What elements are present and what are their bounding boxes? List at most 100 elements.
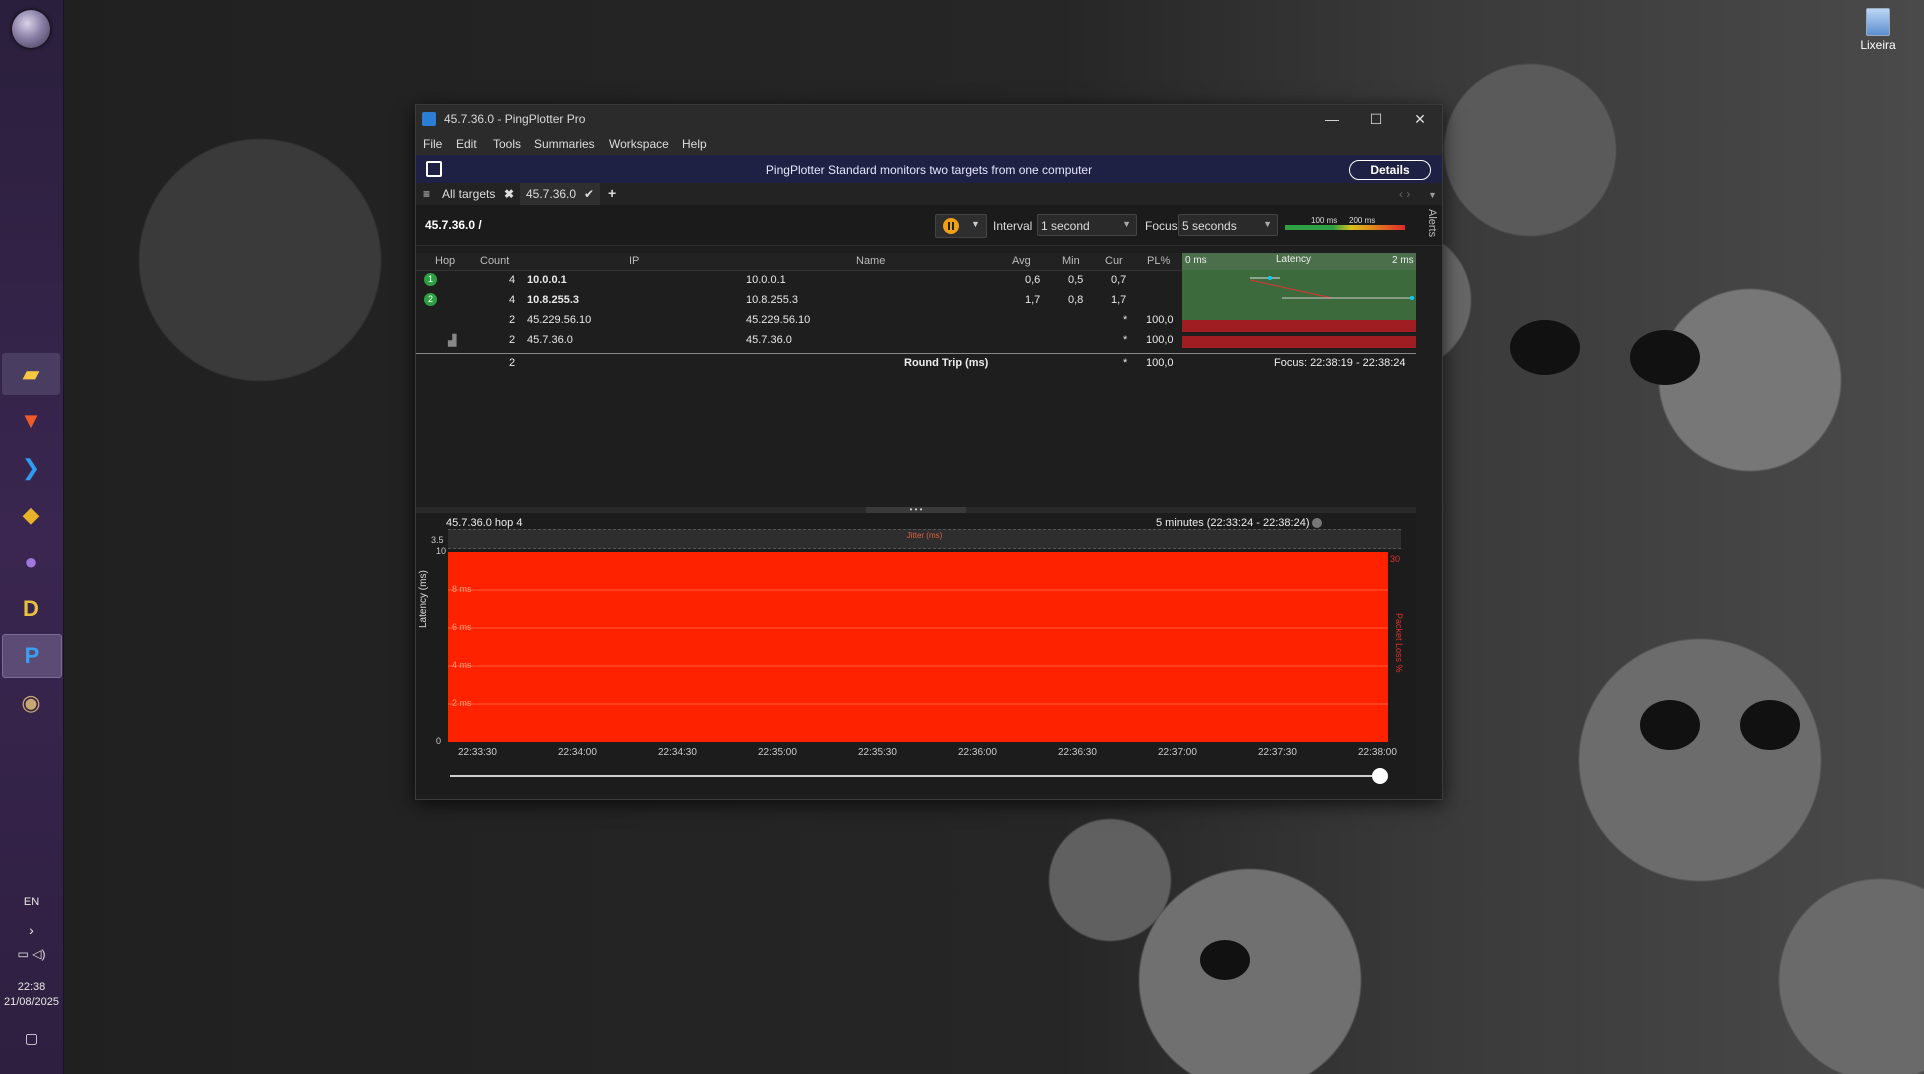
tab-active-target[interactable]: 45.7.36.0 ✔ xyxy=(520,183,600,205)
app-d-icon: D xyxy=(23,596,39,621)
time-range-selector[interactable]: 5 minutes (22:33:24 - 22:38:24) xyxy=(1156,517,1323,529)
focus-select[interactable]: 5 seconds ▼ xyxy=(1178,214,1278,236)
x-tick-label: 22:38:00 xyxy=(1358,747,1397,758)
y-tick-label: 10 xyxy=(436,546,447,556)
chevron-right-icon[interactable]: › xyxy=(0,922,63,938)
recycle-bin[interactable]: Lixeira xyxy=(1848,8,1908,52)
menu-tools[interactable]: Tools xyxy=(493,137,521,151)
row-cur: 0,7 xyxy=(1111,274,1127,286)
tab-menu-chevron-icon[interactable]: ▼ xyxy=(1428,190,1437,200)
wallpaper-skull-detail xyxy=(1630,330,1700,385)
menu-workspace[interactable]: Workspace xyxy=(609,137,669,151)
taskbar-app-brave[interactable]: ▼ xyxy=(2,400,60,442)
vscode-icon: ❯ xyxy=(21,455,41,480)
col-min[interactable]: Min xyxy=(1062,255,1080,267)
pingplotter-app-icon xyxy=(422,112,436,126)
close-button[interactable]: ✕ xyxy=(1398,105,1442,133)
y-tick-label: 8 ms xyxy=(452,584,472,594)
menu-file[interactable]: File xyxy=(423,137,442,151)
taskbar-app-github[interactable]: ● xyxy=(2,541,60,583)
close-tab-icon[interactable]: ✖ xyxy=(504,187,514,201)
col-cur[interactable]: Cur xyxy=(1105,255,1123,267)
alerts-panel-tab[interactable]: Alerts xyxy=(1416,209,1438,249)
tab-all-targets[interactable]: All targets xyxy=(442,187,495,201)
file-explorer-icon: ▰ xyxy=(22,361,40,386)
latency-plot[interactable] xyxy=(448,552,1401,742)
latency-title: Latency xyxy=(1276,254,1312,265)
focus-label: Focus xyxy=(1145,219,1178,233)
menu-edit[interactable]: Edit xyxy=(456,137,477,151)
x-tick-label: 22:36:30 xyxy=(1058,747,1097,758)
hop-status-icon: 2 xyxy=(424,293,437,306)
interval-select[interactable]: 1 second ▼ xyxy=(1037,214,1137,236)
col-count[interactable]: Count xyxy=(480,255,509,267)
taskbar-app-globe[interactable]: ◉ xyxy=(2,682,60,724)
col-hop[interactable]: Hop xyxy=(435,255,455,267)
github-icon: ● xyxy=(24,549,38,574)
clock-time[interactable]: 22:38 xyxy=(0,981,63,993)
title-bar[interactable]: 45.7.36.0 - PingPlotter Pro — ☐ ✕ xyxy=(416,105,1442,133)
wallpaper-skull-detail xyxy=(1740,700,1800,750)
row-avg: 1,7 xyxy=(1025,294,1041,306)
tab-active-target-label: 45.7.36.0 xyxy=(526,187,577,201)
taskbar: ▰ ▼ ❯ ◆ ● D P ◉ EN › ▭ ◁) 22:38 21/08/20… xyxy=(0,0,64,1074)
target-address[interactable]: 45.7.36.0 / xyxy=(425,218,482,232)
minimize-button[interactable]: — xyxy=(1310,105,1354,133)
maximize-button[interactable]: ☐ xyxy=(1354,105,1398,133)
packet-loss-area xyxy=(448,552,1388,742)
add-tab-button[interactable]: + xyxy=(608,185,616,201)
x-tick-label: 22:35:30 xyxy=(858,747,897,758)
time-slider[interactable] xyxy=(450,768,1388,784)
total-cur: * xyxy=(1123,357,1128,369)
interval-label: Interval xyxy=(993,219,1033,233)
target-toolbar: 45.7.36.0 / ▼ Interval 1 second ▼ Focus … xyxy=(416,205,1442,246)
pingplotter-icon: P xyxy=(24,643,40,668)
tab-scroll-icon[interactable]: ‹ › xyxy=(1399,187,1410,201)
hop-chart-panel: 45.7.36.0 hop 4 5 minutes (22:33:24 - 22… xyxy=(416,513,1416,797)
taskbar-app-file-explorer[interactable]: ▰ xyxy=(2,353,60,395)
focus-value: 5 seconds xyxy=(1182,219,1237,233)
hamburger-icon[interactable]: ≡ xyxy=(423,187,430,201)
taskbar-app-d[interactable]: D xyxy=(2,588,60,630)
table-row[interactable]: ▟ 2 45.7.36.0 45.7.36.0 * 100,0 xyxy=(416,332,1416,348)
row-min: 0,5 xyxy=(1068,274,1084,286)
range-menu-icon xyxy=(1312,518,1323,529)
taskbar-app-diamond[interactable]: ◆ xyxy=(2,494,60,536)
x-tick-label: 22:34:30 xyxy=(658,747,697,758)
y-tick-label: 0 xyxy=(436,736,442,746)
chevron-down-icon: ▼ xyxy=(1122,219,1131,229)
y-tick-label: 2 ms xyxy=(452,698,472,708)
row-cur: * xyxy=(1123,334,1128,346)
table-row[interactable]: 2 45.229.56.10 45.229.56.10 * 100,0 xyxy=(416,312,1416,328)
notification-icon[interactable]: ▢ xyxy=(0,1030,63,1047)
wallpaper-skull-detail xyxy=(1640,700,1700,750)
jitter-tick: 3.5 xyxy=(431,535,444,545)
language-indicator[interactable]: EN xyxy=(0,896,63,908)
x-tick-label: 22:33:30 xyxy=(458,747,497,758)
menu-summaries[interactable]: Summaries xyxy=(534,137,595,151)
clock-date[interactable]: 21/08/2025 xyxy=(0,996,63,1008)
row-ip: 45.229.56.10 xyxy=(527,314,592,326)
chart-title: 45.7.36.0 hop 4 xyxy=(446,517,523,529)
scale-right-label: 200 ms xyxy=(1349,216,1376,225)
start-button[interactable] xyxy=(12,10,50,48)
row-min: 0,8 xyxy=(1068,294,1084,306)
col-pl[interactable]: PL% xyxy=(1147,255,1170,267)
pause-button[interactable]: ▼ xyxy=(935,214,987,238)
time-slider-knob[interactable] xyxy=(1372,768,1388,784)
taskbar-app-vscode[interactable]: ❯ xyxy=(2,447,60,489)
total-count: 2 xyxy=(509,357,516,369)
menu-help[interactable]: Help xyxy=(682,137,707,151)
col-avg[interactable]: Avg xyxy=(1012,255,1031,267)
latency-left-label: 0 ms xyxy=(1185,255,1207,266)
recycle-bin-icon xyxy=(1866,8,1890,36)
table-row[interactable]: 2 4 10.8.255.3 10.8.255.3 1,7 0,8 1,7 xyxy=(416,292,1416,308)
network-volume-icon[interactable]: ▭ ◁) xyxy=(0,947,63,961)
table-row[interactable]: 1 4 10.0.0.1 10.0.0.1 0,6 0,5 0,7 xyxy=(416,272,1416,288)
col-ip[interactable]: IP xyxy=(629,255,639,267)
details-button[interactable]: Details xyxy=(1349,160,1431,180)
col-name[interactable]: Name xyxy=(856,255,885,267)
round-trip-label: Round Trip (ms) xyxy=(904,357,989,369)
taskbar-app-pingplotter[interactable]: P xyxy=(2,634,62,678)
y-axis-label: Latency (ms) xyxy=(418,570,429,628)
